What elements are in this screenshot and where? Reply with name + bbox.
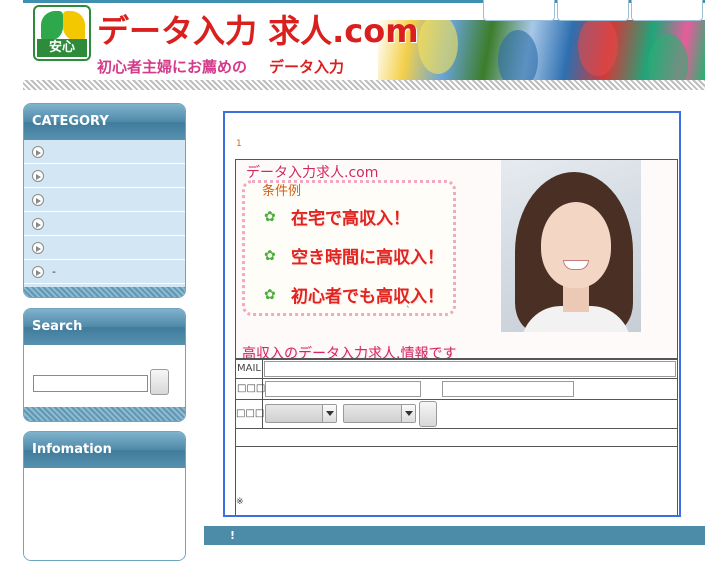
form-left-border <box>235 359 236 515</box>
mail-input[interactable] <box>264 361 676 377</box>
woman-photo <box>501 160 641 332</box>
logo-badge-text: 安心 <box>37 39 87 57</box>
banner-title: データ入力求人.com <box>246 165 379 181</box>
submit-button[interactable] <box>419 401 437 427</box>
category-box: CATEGORY - <box>23 103 186 298</box>
arrow-circle-icon <box>32 242 44 254</box>
information-title: Infomation <box>24 432 185 468</box>
category-item[interactable] <box>24 236 185 260</box>
header-ribbon-image <box>378 20 705 82</box>
arrow-circle-icon <box>32 266 44 278</box>
name-last-input[interactable] <box>442 381 574 397</box>
search-box: Search <box>23 308 186 422</box>
category-footer <box>24 287 185 297</box>
search-input[interactable] <box>33 375 148 392</box>
area-select-1[interactable] <box>265 404 337 423</box>
condition-item: 初心者でも高収入！ <box>291 287 444 307</box>
tagline: 初心者主婦にお薦めの <box>97 58 248 76</box>
form-row-divider <box>235 359 678 360</box>
category-item[interactable] <box>24 212 185 236</box>
clover-icon: ✿ <box>264 287 276 303</box>
search-title: Search <box>24 309 185 345</box>
header-nav-tab-1[interactable] <box>483 0 555 21</box>
form-row-divider <box>235 428 678 429</box>
photo-dot: ` <box>406 306 411 316</box>
name-first-input[interactable] <box>265 381 421 397</box>
category-item[interactable] <box>24 140 185 164</box>
tagline-accent: データ入力 <box>269 58 345 76</box>
category-item[interactable] <box>24 188 185 212</box>
arrow-circle-icon <box>32 146 44 158</box>
information-body <box>24 468 185 560</box>
search-body <box>24 345 185 407</box>
chevron-down-icon <box>322 405 336 422</box>
banner-bottom-text: 高収入のデータ入力求人.情報です <box>242 346 457 359</box>
search-footer <box>24 407 185 421</box>
information-box: Infomation <box>23 431 186 561</box>
mail-label: MAIL <box>237 363 261 374</box>
name-label: □□□ <box>237 383 266 394</box>
form-row-divider <box>235 446 678 447</box>
form-row-divider <box>235 378 678 379</box>
page-marker: 1 <box>236 139 242 149</box>
recruit-banner[interactable]: データ入力求人.com 条件例 ✿ 在宅で高収入！ ✿ 空き時間に高収入！ ✿ … <box>235 159 678 359</box>
search-button[interactable] <box>150 369 169 395</box>
header-nav-tab-2[interactable] <box>557 0 629 21</box>
arrow-circle-icon <box>32 218 44 230</box>
beginner-leaf-yellow <box>63 11 85 41</box>
category-title: CATEGORY <box>24 104 185 140</box>
header-nav-tab-3[interactable] <box>631 0 703 21</box>
clover-icon: ✿ <box>264 209 276 225</box>
header-divider-stripe <box>23 80 705 90</box>
form-row-divider <box>235 399 678 400</box>
area-select-2[interactable] <box>343 404 416 423</box>
arrow-circle-icon <box>32 170 44 182</box>
condition-item: 空き時間に高収入！ <box>291 248 444 268</box>
site-title[interactable]: データ入力 求人.com <box>97 6 419 52</box>
category-item[interactable] <box>24 164 185 188</box>
form-note: ※ <box>236 497 244 507</box>
form-right-border <box>677 359 678 515</box>
clover-icon: ✿ <box>264 248 276 264</box>
chevron-down-icon <box>401 405 415 422</box>
conditions-label: 条件例 <box>262 184 302 199</box>
condition-item: 在宅で高収入！ <box>291 209 410 229</box>
arrow-circle-icon <box>32 194 44 206</box>
category-item[interactable]: - <box>24 260 185 284</box>
beginner-leaf-green <box>41 11 63 41</box>
photo-face <box>541 202 611 288</box>
section-header-bar: ! <box>204 526 705 545</box>
beginner-mark-logo[interactable]: 安心 <box>33 5 91 61</box>
